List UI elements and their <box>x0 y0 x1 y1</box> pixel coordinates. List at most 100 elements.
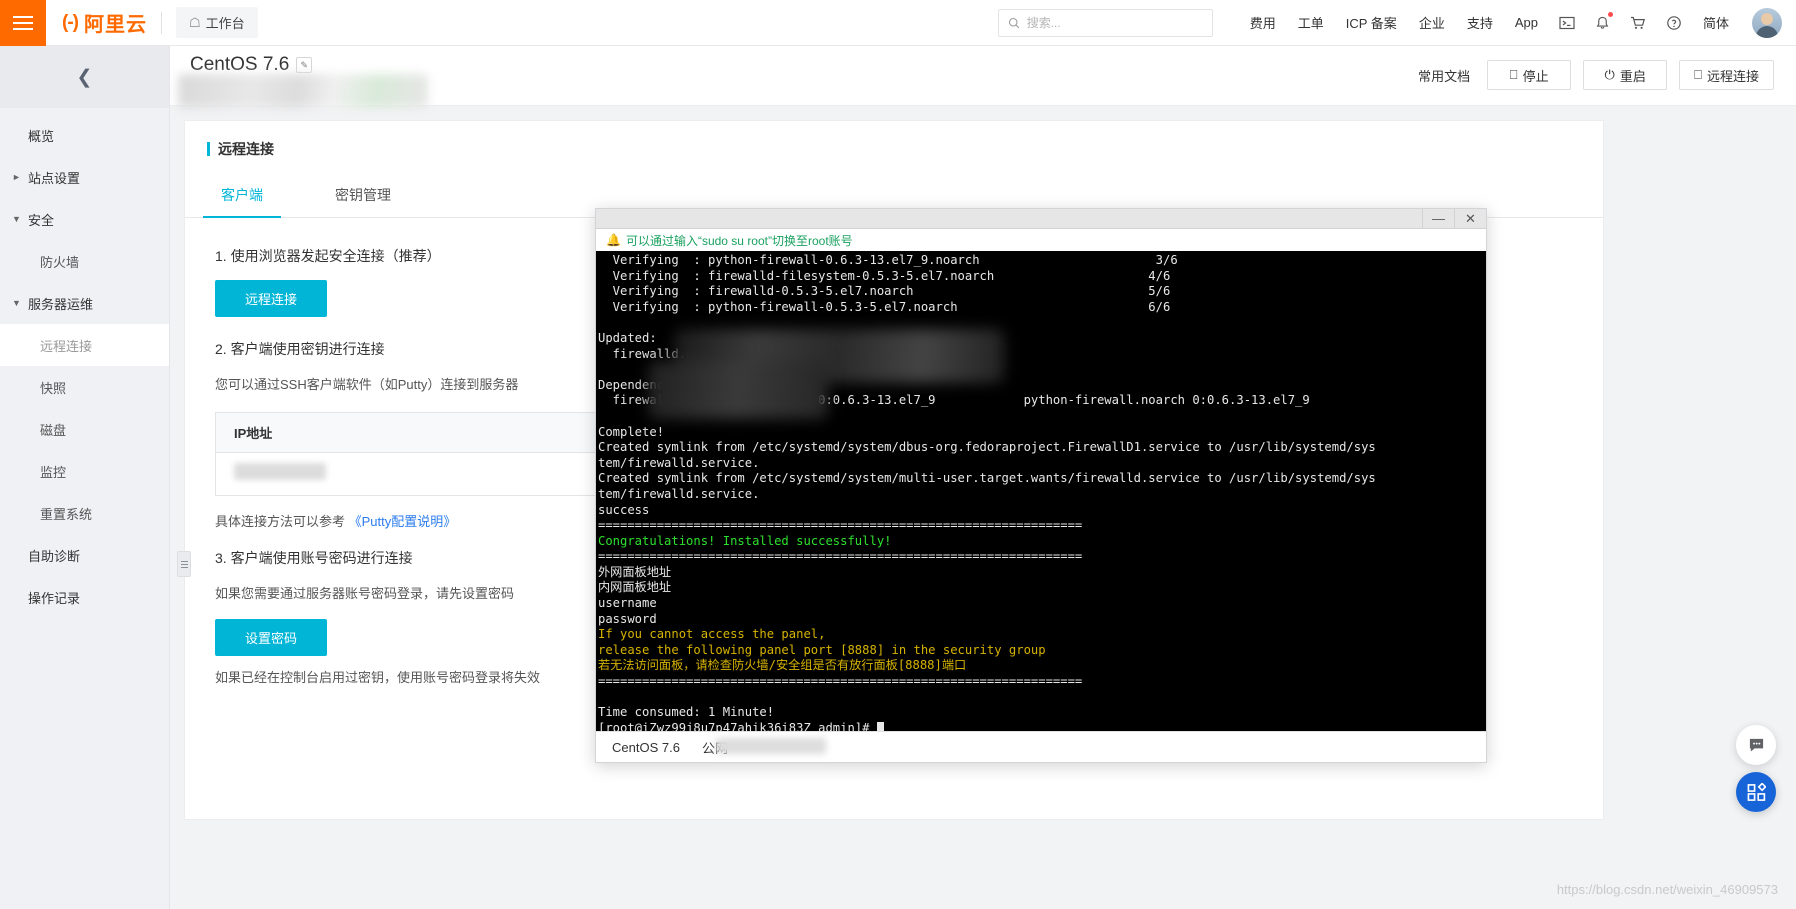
sidebar-item-remote-connect[interactable]: 远程连接 <box>0 324 169 366</box>
terminal-status-bar: CentOS 7.6 公网 <box>596 731 1486 762</box>
terminal-line: ========================================… <box>598 518 1083 533</box>
sidebar-collapse-button[interactable]: ❮ <box>0 46 169 108</box>
terminal-line: [root@iZwz99j8u7p47ahik36i83Z admin]# <box>598 721 1486 731</box>
redacted-instance-info <box>178 74 428 108</box>
bell-icon[interactable] <box>1585 11 1620 31</box>
terminal-line: If you cannot access the panel, <box>598 627 826 642</box>
putty-config-link[interactable]: 《Putty配置说明》 <box>349 514 457 529</box>
terminal-line: release the following panel port [8888] … <box>598 642 1046 657</box>
sidebar-item-label: 安全 <box>28 212 55 228</box>
sidebar-item-label: 快照 <box>40 380 67 396</box>
nav-link-enterprise[interactable]: 企业 <box>1408 13 1456 32</box>
sidebar-item-label: 站点设置 <box>28 170 81 186</box>
apps-float-button[interactable] <box>1736 772 1776 812</box>
caret-right-icon: ► <box>12 172 21 182</box>
search-input[interactable] <box>1026 15 1203 30</box>
sidebar-item-server-ops[interactable]: ▼ 服务器运维 <box>0 282 169 324</box>
monitor-icon: ⎕ <box>1694 67 1702 82</box>
terminal-line: Verifying : python-firewall-0.5.3-5.el7.… <box>598 299 1171 314</box>
sidebar-item-overview[interactable]: 概览 <box>0 114 169 156</box>
search-box[interactable] <box>997 8 1213 37</box>
page-title: CentOS 7.6 ✎ <box>190 54 313 76</box>
redacted-credentials <box>648 361 828 419</box>
sidebar-item-disk[interactable]: 磁盘 <box>0 408 169 450</box>
terminal-icon[interactable] <box>1549 15 1585 31</box>
sidebar-item-reset-system[interactable]: 重置系统 <box>0 492 169 534</box>
top-navigation-bar: (-) 阿里云 ☖ 工作台 费用 工单 ICP 备案 企业 支持 App <box>0 0 1796 46</box>
sidebar-item-label: 监控 <box>40 464 67 480</box>
sidebar-item-label: 概览 <box>28 128 55 144</box>
minimize-icon[interactable]: — <box>1422 209 1454 228</box>
restart-button[interactable]: ⏻ 重启 <box>1583 60 1668 90</box>
terminal-cursor <box>876 721 884 731</box>
close-icon[interactable]: ✕ <box>1454 209 1486 228</box>
stop-label: 停止 <box>1522 68 1549 84</box>
sidebar-item-site-settings[interactable]: ► 站点设置 <box>0 156 169 198</box>
set-password-button[interactable]: 设置密码 <box>215 619 328 657</box>
main-content: CentOS 7.6 ✎ 常用文档 ⎕ 停止 ⏻ 重启 ⎕ 远程连接 远程连接 … <box>170 46 1796 909</box>
sidebar-item-monitor[interactable]: 监控 <box>0 450 169 492</box>
remote-connect-button[interactable]: ⎕ 远程连接 <box>1679 60 1774 90</box>
terminal-line: Complete! <box>598 424 665 439</box>
terminal-line: success <box>598 502 650 517</box>
terminal-line: 外网面板地址 <box>598 564 672 579</box>
hamburger-menu-icon[interactable] <box>0 0 46 46</box>
remote-connect-action-button[interactable]: 远程连接 <box>215 280 328 317</box>
sidebar-item-label: 服务器运维 <box>28 296 94 312</box>
help-icon[interactable] <box>1656 15 1692 31</box>
sidebar-item-label: 磁盘 <box>40 422 67 438</box>
terminal-line: password <box>598 611 657 626</box>
caret-down-icon: ▼ <box>12 298 21 308</box>
terminal-line: username <box>598 596 657 611</box>
workbench-label: 工作台 <box>205 16 245 31</box>
brand-name: 阿里云 <box>83 14 147 36</box>
cart-icon[interactable] <box>1620 15 1656 31</box>
power-icon: ⏻ <box>1604 67 1615 82</box>
app-root: (-) 阿里云 ☖ 工作台 费用 工单 ICP 备案 企业 支持 App <box>0 0 1796 909</box>
card-title: 远程连接 <box>185 121 1603 171</box>
terminal-line: ========================================… <box>598 674 1083 689</box>
home-icon: ☖ <box>188 14 201 30</box>
nav-link-fee[interactable]: 费用 <box>1239 13 1287 32</box>
putty-reference-text: 具体连接方法可以参考 <box>215 514 346 530</box>
caret-down-icon: ▼ <box>12 214 21 224</box>
stop-button[interactable]: ⎕ 停止 <box>1487 60 1572 90</box>
sidebar-item-label: 自助诊断 <box>28 548 81 564</box>
terminal-line: Congratulations! Installed successfully! <box>598 533 892 548</box>
page-header: CentOS 7.6 ✎ 常用文档 ⎕ 停止 ⏻ 重启 ⎕ 远程连接 <box>170 46 1796 108</box>
terminal-screen[interactable]: Verifying : python-firewall-0.6.3-13.el7… <box>596 251 1486 731</box>
sidebar-item-security[interactable]: ▼ 安全 <box>0 198 169 240</box>
sidebar-item-firewall[interactable]: 防火墙 <box>0 240 169 282</box>
tab-key-management[interactable]: 密钥管理 <box>329 175 397 217</box>
nav-link-ticket[interactable]: 工单 <box>1287 13 1335 32</box>
terminal-titlebar[interactable]: — ✕ <box>596 209 1486 229</box>
terminal-line: Verifying : firewalld-0.5.3-5.el7.noarch… <box>598 284 1171 299</box>
terminal-line: Verifying : firewalld-filesystem-0.5.3-5… <box>598 268 1171 283</box>
nav-link-icp[interactable]: ICP 备案 <box>1335 13 1408 32</box>
nav-link-app[interactable]: App <box>1504 15 1549 30</box>
workbench-button[interactable]: ☖ 工作台 <box>175 7 258 38</box>
language-switch[interactable]: 简体 <box>1692 13 1740 32</box>
terminal-line: 内网面板地址 <box>598 580 672 595</box>
edit-title-icon[interactable]: ✎ <box>296 57 313 73</box>
terminal-line: tem/firewalld.service. <box>598 486 760 501</box>
sidebar-item-self-diagnosis[interactable]: 自助诊断 <box>0 534 169 576</box>
sidebar-item-snapshot[interactable]: 快照 <box>0 366 169 408</box>
terminal-line: tem/firewalld.service. <box>598 455 760 470</box>
chat-float-button[interactable] <box>1736 725 1776 765</box>
sidebar-item-operation-log[interactable]: 操作记录 <box>0 576 169 618</box>
redacted-ip-value <box>234 463 326 481</box>
sidebar-item-label: 防火墙 <box>40 254 80 270</box>
brand-logo[interactable]: (-) 阿里云 <box>62 8 147 37</box>
common-docs-link[interactable]: 常用文档 <box>1418 66 1470 85</box>
sidebar-item-label: 操作记录 <box>28 590 81 606</box>
terminal-window: — ✕ 🔔 可以通过输入“sudo su root”切换至root账号 Veri… <box>595 208 1487 763</box>
page-header-actions: 常用文档 ⎕ 停止 ⏻ 重启 ⎕ 远程连接 <box>1418 60 1774 90</box>
chevron-left-icon: ❮ <box>76 66 93 88</box>
watermark: https://blog.csdn.net/weixin_46909573 <box>1556 882 1778 897</box>
nav-link-support[interactable]: 支持 <box>1456 13 1504 32</box>
avatar[interactable] <box>1752 7 1782 38</box>
panel-resize-handle[interactable] <box>177 551 191 577</box>
tab-client[interactable]: 客户端 <box>203 175 281 218</box>
